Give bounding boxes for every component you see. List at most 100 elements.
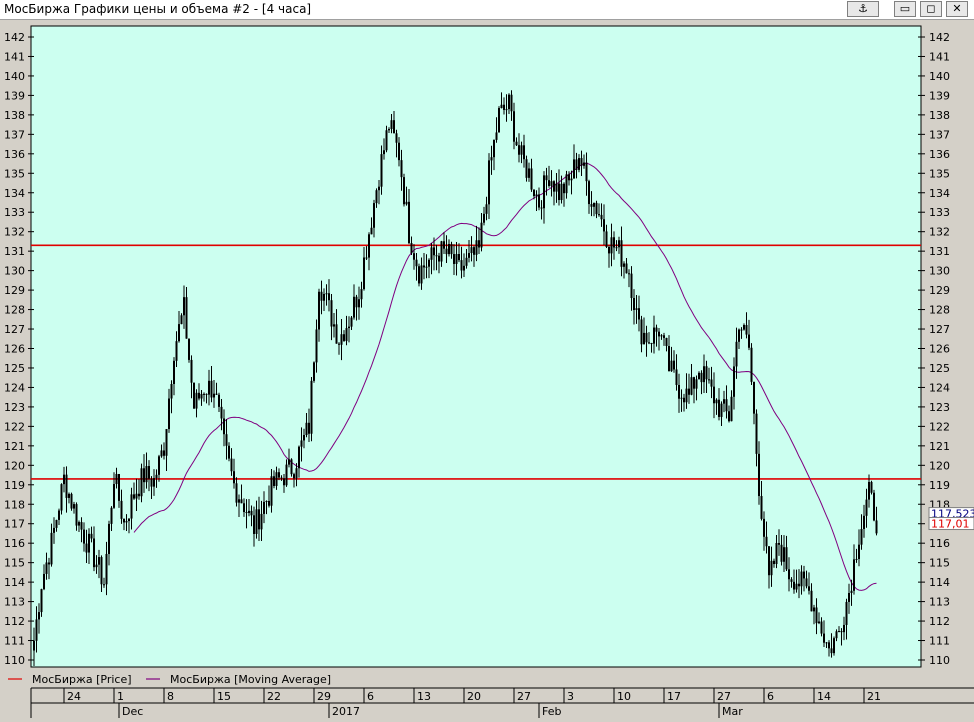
y-tick-label-left: 122 — [4, 420, 25, 433]
candle-up — [288, 459, 290, 465]
candle-up — [108, 523, 110, 554]
y-tick-label-right: 121 — [929, 440, 950, 453]
candle-up — [508, 94, 510, 110]
candle-down — [773, 560, 775, 565]
candle-down — [558, 183, 560, 201]
candle-up — [168, 398, 170, 430]
title-bar: МосБиржа Графики цены и объема #2 - [4 ч… — [0, 0, 974, 20]
y-tick-label-right: 116 — [929, 537, 950, 550]
candle-down — [283, 478, 285, 486]
candle-up — [285, 464, 288, 486]
candle-up — [610, 237, 613, 254]
candle-up — [303, 434, 305, 441]
y-tick-label-right: 122 — [929, 420, 950, 433]
candle-up — [95, 564, 98, 568]
candle-up — [35, 619, 38, 641]
close-button[interactable]: ✕ — [946, 1, 968, 17]
candle-down — [588, 181, 590, 205]
candle-up — [98, 557, 100, 565]
candle-down — [190, 359, 193, 383]
window-title: МосБиржа Графики цены и объема #2 - [4 ч… — [4, 2, 312, 16]
candle-up — [860, 529, 863, 545]
candle-up — [863, 515, 865, 530]
x-day-label: 29 — [317, 690, 331, 703]
candle-up — [483, 213, 485, 223]
candle-down — [250, 510, 253, 516]
candle-up — [58, 510, 60, 520]
candle-down — [545, 175, 548, 181]
y-tick-label-right: 136 — [929, 148, 950, 161]
candle-up — [340, 334, 343, 345]
y-tick-label-right: 128 — [929, 304, 950, 317]
anchor-button[interactable]: ⚓ — [847, 1, 879, 17]
price-chart[interactable]: 1101111121131141151161171181191201211221… — [0, 20, 974, 718]
candle-up — [528, 168, 530, 178]
y-tick-label-right: 138 — [929, 109, 950, 122]
candle-up — [110, 507, 113, 524]
candle-up — [695, 379, 698, 389]
candle-down — [620, 240, 623, 267]
candle-down — [433, 247, 435, 256]
legend-price: МосБиржа [Price] — [32, 673, 132, 686]
candle-up — [43, 573, 45, 590]
candle-down — [608, 246, 610, 254]
y-tick-label-left: 110 — [4, 654, 25, 667]
candle-down — [633, 297, 635, 310]
candle-up — [738, 329, 740, 342]
candle-down — [320, 291, 323, 301]
candle-down — [293, 474, 295, 479]
candle-up — [175, 341, 178, 361]
y-tick-label-right: 130 — [929, 265, 950, 278]
x-day-label: 22 — [267, 690, 281, 703]
y-tick-label-left: 138 — [4, 109, 25, 122]
candle-up — [270, 476, 273, 506]
candle-up — [33, 640, 35, 651]
x-day-label: 6 — [367, 690, 374, 703]
y-tick-label-left: 125 — [4, 362, 25, 375]
y-tick-label-left: 130 — [4, 265, 25, 278]
candle-down — [193, 382, 195, 409]
y-tick-label-right: 120 — [929, 459, 950, 472]
candle-up — [543, 175, 545, 209]
candle-down — [438, 255, 440, 262]
candle-down — [280, 477, 283, 479]
candle-up — [68, 493, 70, 498]
candle-up — [165, 429, 168, 456]
candle-up — [653, 327, 655, 344]
candle-up — [735, 341, 738, 367]
candle-up — [493, 139, 495, 158]
candle-down — [278, 472, 280, 478]
candle-up — [455, 254, 458, 264]
candle-up — [813, 607, 815, 612]
candle-up — [520, 145, 523, 155]
candle-up — [158, 456, 160, 475]
candle-up — [373, 203, 375, 228]
candle-up — [825, 642, 828, 644]
y-tick-label-left: 129 — [4, 284, 25, 297]
candle-up — [130, 494, 133, 519]
candle-down — [748, 334, 750, 348]
y-tick-label-left: 112 — [4, 615, 25, 628]
y-tick-label-left: 117 — [4, 518, 25, 531]
candle-down — [758, 453, 760, 497]
candle-down — [718, 399, 720, 417]
candle-down — [668, 346, 670, 372]
candle-down — [628, 273, 630, 275]
y-tick-label-left: 134 — [4, 187, 25, 200]
candle-down — [525, 159, 528, 178]
candle-down — [90, 533, 93, 539]
candle-up — [265, 500, 268, 502]
candle-up — [570, 178, 573, 181]
candle-down — [688, 388, 690, 395]
candle-up — [298, 446, 300, 469]
candle-up — [135, 493, 138, 499]
candle-up — [375, 190, 378, 204]
y-tick-label-right: 142 — [929, 31, 950, 44]
candle-down — [355, 296, 358, 308]
candle-down — [120, 500, 123, 519]
maximize-button[interactable]: ◻ — [920, 1, 942, 17]
candle-down — [273, 476, 275, 486]
minimize-button[interactable]: ▭ — [894, 1, 916, 17]
legend: МосБиржа [Price] МосБиржа [Moving Averag… — [8, 673, 331, 686]
candle-down — [740, 329, 743, 331]
